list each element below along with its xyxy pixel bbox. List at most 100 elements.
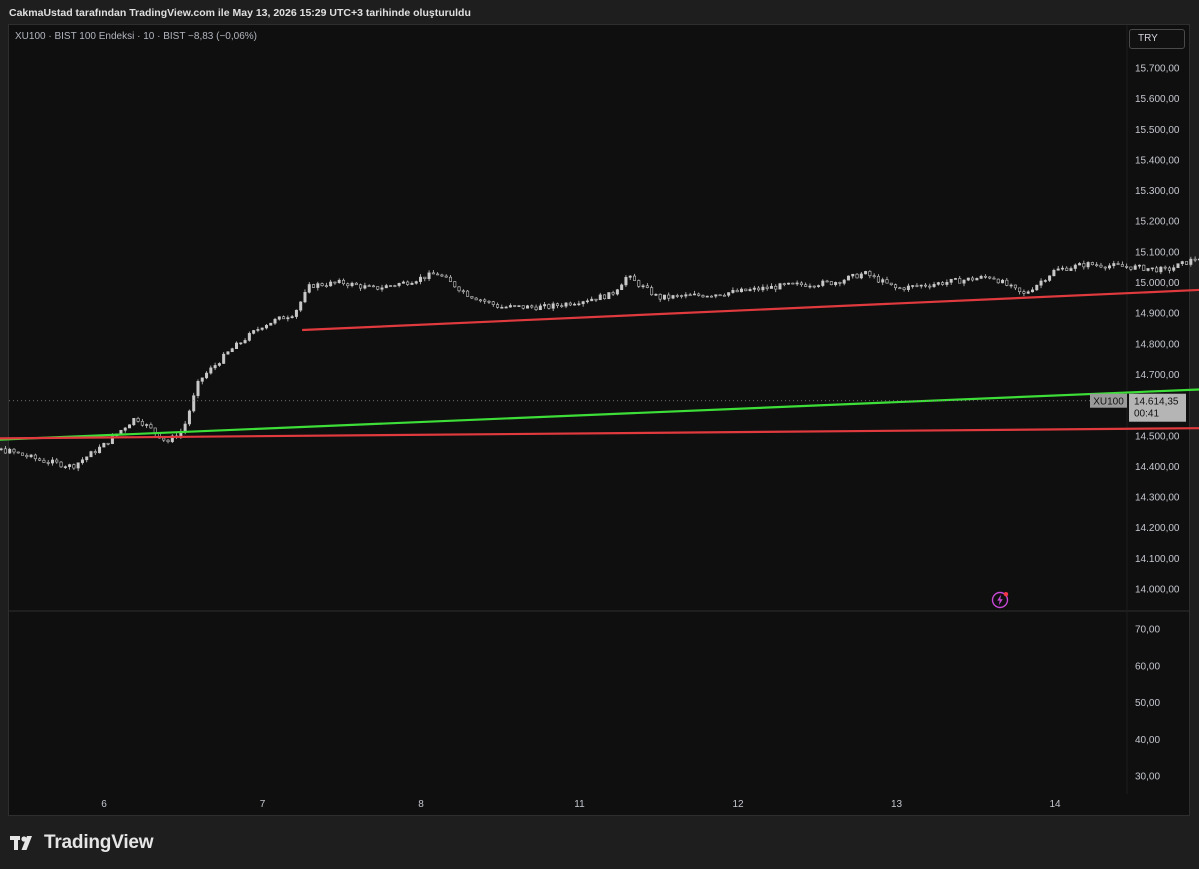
candle-body [286, 317, 290, 320]
candle-body [547, 304, 551, 309]
candle-body [183, 423, 187, 432]
candle-body [834, 282, 838, 286]
candle-body [145, 424, 149, 426]
y-tick-label: 14.200,00 [1135, 523, 1180, 534]
candle-body [1133, 265, 1137, 270]
candle-body [628, 275, 632, 278]
x-tick-label: 13 [891, 799, 903, 810]
candle-body [975, 278, 979, 281]
candle-body [1185, 261, 1189, 265]
candle-body [444, 275, 448, 278]
candle-body [603, 294, 607, 300]
candle-body [568, 302, 572, 306]
candle-body [598, 294, 602, 301]
candle-body [1116, 263, 1120, 265]
candle-body [470, 296, 474, 299]
candle-body [945, 282, 949, 285]
candle-body [384, 285, 388, 289]
candle-body [478, 299, 482, 302]
candle-body [316, 283, 320, 288]
uptrend-line [0, 388, 1199, 441]
candle-body [363, 285, 367, 289]
candle-body [376, 286, 380, 290]
candle-body [1176, 263, 1180, 268]
candle-body [979, 275, 983, 279]
candle-body [230, 348, 234, 353]
candle-body [205, 372, 209, 379]
symbol-legend[interactable]: XU100 · BIST 100 Endeksi · 10 · BIST −8,… [15, 31, 257, 42]
candle-body [894, 284, 898, 289]
candle-body [996, 278, 1000, 284]
candle-body [324, 285, 328, 287]
candle-body [851, 273, 855, 277]
candle-body [466, 290, 470, 297]
candle-body [1108, 265, 1112, 269]
candle-body [312, 284, 316, 288]
x-tick-label: 12 [732, 799, 744, 810]
osc-y-tick-label: 30,00 [1135, 772, 1160, 783]
candle-body [1001, 279, 1005, 284]
candle-body [838, 282, 842, 284]
candle-body [414, 281, 418, 284]
candle-body [474, 297, 478, 301]
candle-body [727, 292, 731, 296]
candle-body [885, 279, 889, 284]
candle-body [752, 287, 756, 290]
y-tick-label: 14.400,00 [1135, 462, 1180, 473]
y-tick-label: 15.600,00 [1135, 94, 1180, 105]
candle-body [936, 282, 940, 285]
y-tick-label: 15.000,00 [1135, 278, 1180, 289]
candle-body [1026, 291, 1030, 294]
candle-body [876, 276, 880, 283]
candle-body [1159, 266, 1163, 273]
y-tick-label: 14.000,00 [1135, 585, 1180, 596]
osc-y-tick-label: 40,00 [1135, 735, 1160, 746]
candle-body [842, 279, 846, 284]
candle-body [881, 279, 885, 283]
candle-body [928, 285, 932, 288]
candle-body [367, 285, 371, 287]
candle-body [667, 294, 671, 299]
tradingview-logo[interactable]: TradingView [10, 832, 154, 854]
currency-button[interactable]: TRY [1129, 29, 1185, 49]
candle-body [200, 377, 204, 382]
candle-body [98, 446, 102, 454]
candle-body [821, 280, 825, 286]
candle-body [1060, 267, 1064, 270]
candle-body [461, 290, 465, 293]
candle-body [825, 280, 829, 283]
candle-body [1052, 269, 1056, 277]
candle-body [744, 288, 748, 292]
y-tick-label: 15.400,00 [1135, 155, 1180, 166]
candle-body [898, 287, 902, 290]
candle-body [260, 327, 264, 330]
candle-body [33, 454, 37, 460]
candle-body [615, 289, 619, 295]
candle-body [1022, 291, 1026, 294]
y-tick-label: 15.700,00 [1135, 64, 1180, 75]
y-tick-label: 14.100,00 [1135, 554, 1180, 565]
candle-body [1129, 266, 1133, 270]
candle-body [808, 285, 812, 288]
candle-body [787, 282, 791, 285]
candle-body [46, 462, 50, 464]
lightning-alert-icon[interactable] [991, 591, 1009, 609]
y-tick-label: 15.500,00 [1135, 125, 1180, 136]
candle-body [55, 459, 59, 463]
candle-body [966, 277, 970, 281]
candle-body [804, 284, 808, 287]
candle-body [705, 295, 709, 298]
candle-body [1163, 266, 1167, 269]
candle-body [136, 418, 140, 422]
candle-body [688, 294, 692, 297]
candle-body [662, 294, 666, 300]
support-line [0, 427, 1199, 440]
candle-body [748, 289, 752, 292]
candle-body [855, 273, 859, 279]
candle-body [106, 442, 110, 445]
candle-body [722, 294, 726, 297]
candle-body [294, 309, 298, 317]
candle-body [1018, 287, 1022, 293]
candle-body [303, 291, 307, 303]
chart-canvas[interactable]: 15.700,00 15.600,00 15.500,00 15.400,00 15.3… [0, 0, 1199, 869]
